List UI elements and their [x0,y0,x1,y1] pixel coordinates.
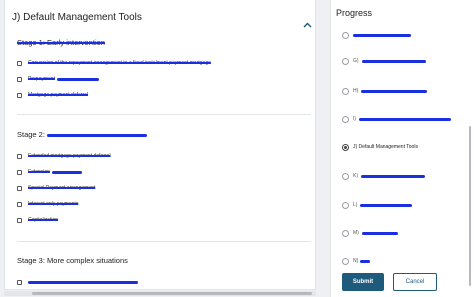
divider [17,241,311,242]
checkbox-row[interactable] [17,277,138,287]
progress-step[interactable]: I) [342,114,452,124]
checkbox[interactable] [17,153,22,159]
checkbox[interactable] [17,185,22,191]
checkbox[interactable] [17,92,22,98]
submit-button[interactable]: Submit [342,273,384,291]
horizontal-scrollbar-thumb[interactable] [32,292,312,295]
checkbox[interactable] [17,217,22,223]
step-label: J) Default Management Tools [353,144,418,150]
step-label: K) [353,173,358,179]
checkbox-row[interactable]: Conversion of the repayment arrangement … [17,58,211,68]
step-label: N) [353,258,359,264]
checkbox-label: Special Payment arrangement [28,185,96,191]
redaction [361,174,425,178]
redaction [361,89,428,93]
step-label: I) [353,116,357,122]
panel-title: J) Default Management Tools [12,12,142,23]
checkbox-label: Extension [28,169,50,175]
checkbox[interactable] [17,60,22,66]
radio-icon[interactable] [342,87,349,95]
divider [17,114,311,115]
radio-icon[interactable] [342,115,349,123]
checkbox[interactable] [17,169,22,175]
checkbox[interactable] [17,279,22,285]
progress-step[interactable] [342,30,411,40]
checkbox-label: Conversion of the repayment arrangement … [28,60,211,66]
default-management-tools-panel: J) Default Management Tools Stage 1: Ear… [4,0,316,290]
redaction [360,203,413,207]
checkbox[interactable] [17,201,22,207]
redaction [361,59,426,63]
redaction [51,170,82,174]
checkbox-row[interactable]: Special Payment arrangement [17,183,95,193]
panel-header[interactable]: J) Default Management Tools [5,0,315,36]
progress-step-current[interactable]: J) Default Management Tools [342,142,418,152]
radio-icon[interactable] [342,257,349,265]
stage-2-title: Stage 2: [17,130,147,139]
radio-icon[interactable] [342,57,349,65]
progress-step[interactable]: N) [342,256,371,266]
radio-icon[interactable] [342,172,349,180]
radio-icon[interactable] [342,31,349,39]
radio-icon[interactable] [342,201,349,209]
progress-step[interactable]: M) [342,228,398,238]
radio-selected-icon[interactable] [342,143,349,151]
checkbox-row[interactable]: Interest only payments [17,199,78,209]
redaction [361,231,398,235]
progress-title: Progress [336,8,373,18]
checkbox-row[interactable]: Extended mortgage payment deferral [17,151,111,161]
redaction [46,133,147,137]
redaction [56,77,99,81]
cancel-button[interactable]: Cancel [393,273,437,291]
checkbox-label: Extended mortgage payment deferral [28,153,111,159]
progress-step[interactable]: L) [342,200,413,210]
redaction [359,117,452,121]
step-label: M) [353,230,359,236]
progress-panel: Progress G) H) I) J) Default Management … [330,0,474,297]
radio-icon[interactable] [342,229,349,237]
checkbox-row[interactable]: Capitalization [17,215,58,225]
stage-1-title: Stage 1: Early intervention [17,38,105,47]
step-label: L) [353,202,358,208]
checkbox[interactable] [17,76,22,82]
checkbox-label: Prepayment [28,76,55,82]
step-label: H) [353,88,359,94]
redaction [28,280,138,284]
checkbox-label: Capitalization [28,217,59,223]
checkbox-row[interactable]: Extension [17,167,82,177]
chevron-up-icon[interactable] [303,15,312,33]
checkbox-row[interactable]: Prepayment [17,74,99,84]
redaction [360,259,371,263]
checkbox-label: Mortgage payment deferral [28,92,89,98]
redaction [353,33,411,37]
progress-step[interactable]: K) [342,171,425,181]
stage-2-title-text: Stage 2: [17,130,45,139]
checkbox-row[interactable]: Mortgage payment deferral [17,90,88,100]
step-label: G) [353,58,359,64]
checkbox-label: Interest only payments [28,201,79,207]
progress-step[interactable]: G) [342,56,426,66]
stage-3-title: Stage 3: More complex situations [17,256,128,265]
vertical-scrollbar-thumb[interactable] [469,126,471,286]
progress-step[interactable]: H) [342,86,428,96]
